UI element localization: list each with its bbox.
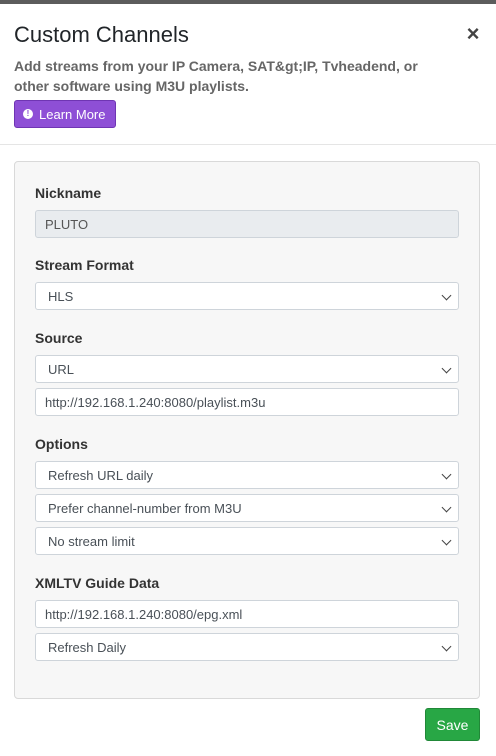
chevron-down-icon	[441, 290, 452, 301]
chevron-down-icon	[441, 535, 452, 546]
info-icon: !	[23, 109, 33, 119]
refresh-url-select[interactable]: Refresh URL daily	[35, 461, 459, 489]
modal-title: Custom Channels	[14, 22, 189, 47]
learn-more-button[interactable]: ! Learn More	[14, 100, 117, 128]
source-url-input[interactable]: http://192.168.1.240:8080/playlist.m3u	[35, 388, 459, 416]
xmltv-url-value: http://192.168.1.240:8080/epg.xml	[45, 606, 243, 622]
learn-more-label: Learn More	[39, 106, 106, 122]
xmltv-refresh-value: Refresh Daily	[48, 639, 127, 655]
channel-number-value: Prefer channel-number from M3U	[48, 500, 242, 516]
stream-limit-value: No stream limit	[48, 533, 135, 549]
stream-format-select[interactable]: HLS	[35, 282, 459, 310]
close-icon[interactable]: ×	[464, 23, 482, 45]
modal-subtitle: Add streams from your IP Camera, SAT&gt;…	[14, 58, 418, 94]
xmltv-url-input[interactable]: http://192.168.1.240:8080/epg.xml	[35, 600, 459, 628]
nickname-field: PLUTO	[35, 210, 459, 238]
source-label: Source	[35, 330, 83, 346]
xmltv-label: XMLTV Guide Data	[35, 575, 160, 591]
chevron-down-icon	[441, 641, 452, 652]
stream-format-value: HLS	[48, 288, 74, 304]
source-type-value: URL	[48, 361, 75, 377]
stream-format-label: Stream Format	[35, 257, 134, 273]
stream-limit-select[interactable]: No stream limit	[35, 527, 459, 555]
chevron-down-icon	[441, 469, 452, 480]
nickname-value: PLUTO	[45, 216, 89, 232]
source-url-value: http://192.168.1.240:8080/playlist.m3u	[45, 394, 266, 410]
options-label: Options	[35, 436, 88, 452]
xmltv-refresh-select[interactable]: Refresh Daily	[35, 633, 459, 661]
nickname-label: Nickname	[35, 185, 102, 201]
save-button[interactable]: Save	[425, 708, 480, 741]
refresh-url-value: Refresh URL daily	[48, 467, 154, 483]
source-type-select[interactable]: URL	[35, 355, 459, 383]
chevron-down-icon	[441, 363, 452, 374]
channel-number-select[interactable]: Prefer channel-number from M3U	[35, 494, 459, 522]
chevron-down-icon	[441, 502, 452, 513]
header-divider	[0, 144, 496, 145]
